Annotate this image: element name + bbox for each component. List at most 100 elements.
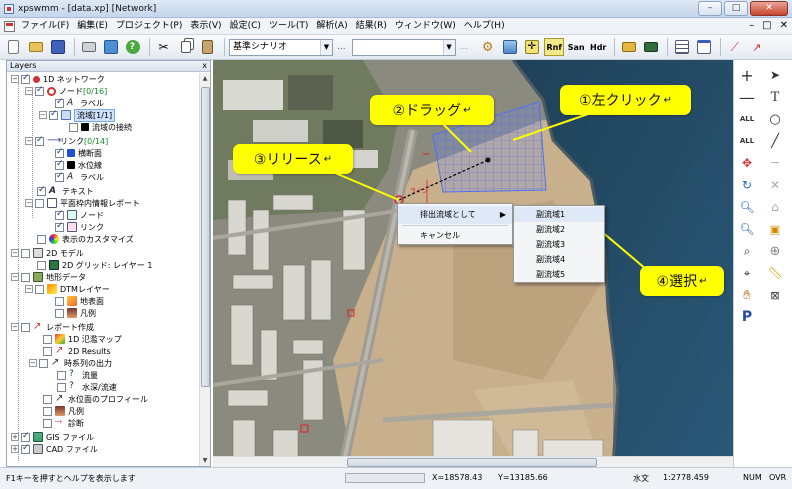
settings-button[interactable]: ⚙ bbox=[478, 38, 497, 57]
layer-time-series[interactable]: − ↗ 時系列の出力 bbox=[29, 357, 112, 369]
scroll-up-icon[interactable]: ▲ bbox=[200, 73, 210, 84]
layers-close-button[interactable]: x bbox=[202, 61, 207, 71]
layer-catchment-connections[interactable]: 流域の接続 bbox=[69, 121, 132, 133]
map-view[interactable]: ライン ②ドラッグ ↵ ①左クリック ↵ ③リリース ↵ ④選択 ↵ 排出流域として ▶… bbox=[213, 60, 733, 467]
layer-depth-velocity[interactable]: ? 水深/流速 bbox=[57, 381, 117, 393]
layer-checkbox[interactable] bbox=[35, 284, 44, 294]
map-hscrollbar[interactable] bbox=[213, 456, 733, 467]
select-tool[interactable]: ➤ bbox=[766, 66, 784, 84]
menu-tools[interactable]: ツール(T) bbox=[265, 19, 313, 34]
rnf-mode-button[interactable]: Rnf bbox=[544, 38, 565, 56]
scroll-thumb[interactable] bbox=[201, 87, 210, 387]
collapse-icon[interactable]: − bbox=[25, 199, 33, 207]
mdi-close-button[interactable]: ✕ bbox=[780, 20, 788, 31]
layer-checkbox[interactable] bbox=[39, 358, 48, 368]
layer-checkbox[interactable] bbox=[43, 394, 52, 404]
layer-node-labels[interactable]: A ラベル bbox=[55, 97, 104, 109]
layer-checkbox[interactable] bbox=[21, 322, 30, 332]
collapse-icon[interactable]: − bbox=[25, 285, 33, 293]
layer-checkbox[interactable] bbox=[55, 171, 64, 182]
layer-terrain[interactable]: − 地形データ bbox=[11, 271, 86, 283]
layer-checkbox[interactable] bbox=[55, 159, 64, 170]
move-tool[interactable]: ✥ bbox=[738, 154, 756, 172]
layer-checkbox[interactable] bbox=[21, 73, 30, 84]
minimize-button[interactable]: – bbox=[698, 1, 722, 16]
menu-help[interactable]: ヘルプ(H) bbox=[460, 19, 509, 34]
close-button[interactable]: ✕ bbox=[750, 1, 788, 16]
layer-water-profile[interactable]: ↗ 水位面のプロフィール bbox=[43, 393, 148, 405]
layer-nodes[interactable]: − ノード[0/16] bbox=[25, 85, 107, 97]
submenu-item-4[interactable]: 副流域4 bbox=[514, 252, 604, 267]
collapse-icon[interactable]: − bbox=[29, 359, 37, 367]
layer-gis-files[interactable]: + GIS ファイル bbox=[11, 431, 94, 443]
layer-checkbox[interactable] bbox=[35, 85, 44, 96]
pan-tool[interactable]: ✋︎ bbox=[738, 286, 756, 304]
scenario-more-button[interactable]: ... bbox=[337, 42, 346, 52]
scroll-down-icon[interactable]: ▼ bbox=[200, 455, 210, 466]
layer-ground-surface[interactable]: 地表面 bbox=[55, 295, 104, 307]
layer-checkbox[interactable] bbox=[21, 248, 30, 258]
image-button[interactable] bbox=[641, 38, 660, 57]
layer-checkbox[interactable] bbox=[49, 109, 58, 120]
layer-report-nodes[interactable]: ノード bbox=[55, 209, 104, 221]
polyline-tool[interactable]: ✕ bbox=[766, 176, 784, 194]
layer-checkbox[interactable] bbox=[43, 406, 52, 416]
layer-links[interactable]: − ⟶リンク[0/14] bbox=[25, 135, 108, 147]
zoom-window-tool[interactable]: ⌕ bbox=[738, 242, 756, 260]
cut-button[interactable]: ✂ bbox=[154, 38, 173, 57]
chart-button[interactable]: ↗ bbox=[747, 38, 766, 57]
new-file-button[interactable] bbox=[4, 38, 23, 57]
table-button[interactable] bbox=[672, 38, 691, 57]
target-tool[interactable]: ⊕ bbox=[766, 242, 784, 260]
dashed-line-tool[interactable]: ┈ bbox=[766, 154, 784, 172]
zoom-in-tool[interactable]: 🔍︎ bbox=[738, 198, 756, 216]
secondary-more-button[interactable]: ... bbox=[460, 42, 469, 52]
layer-water-level[interactable]: 水位線 bbox=[55, 159, 102, 171]
expand-icon[interactable]: + bbox=[11, 445, 19, 453]
collapse-icon[interactable]: − bbox=[11, 249, 19, 257]
layer-checkbox[interactable] bbox=[55, 147, 64, 158]
menu-edit[interactable]: 編集(E) bbox=[73, 19, 112, 34]
save-button[interactable] bbox=[48, 38, 67, 57]
select-all-nodes-tool[interactable]: ALL bbox=[738, 110, 756, 128]
collapse-icon[interactable]: − bbox=[25, 87, 33, 95]
san-mode-button[interactable]: San bbox=[566, 38, 586, 56]
layer-checkbox[interactable] bbox=[21, 431, 30, 442]
add-node-tool[interactable]: + bbox=[738, 66, 756, 85]
layers-scrollbar[interactable]: ▲ ▼ bbox=[199, 73, 210, 466]
layer-checkbox[interactable] bbox=[57, 382, 66, 392]
add-link-tool[interactable]: — bbox=[738, 88, 756, 107]
layer-customize-display[interactable]: 表示のカスタマイズ bbox=[37, 233, 134, 245]
copy-button[interactable] bbox=[176, 38, 195, 57]
property-tool[interactable]: P bbox=[738, 308, 756, 326]
report-button[interactable] bbox=[101, 38, 120, 57]
layer-catchments[interactable]: − 流域[1/1] bbox=[39, 108, 116, 122]
layer-checkbox[interactable] bbox=[35, 198, 44, 208]
layer-reporting[interactable]: − ↗ レポート作成 bbox=[11, 321, 94, 333]
menu-project[interactable]: プロジェクト(P) bbox=[112, 19, 186, 34]
layer-checkbox[interactable] bbox=[21, 272, 30, 282]
layer-diagnostics[interactable]: ⤑ 診断 bbox=[43, 417, 84, 429]
layer-checkbox[interactable] bbox=[37, 185, 46, 196]
refresh-tool[interactable]: ↻ bbox=[738, 176, 756, 194]
scroll-thumb[interactable] bbox=[347, 458, 597, 467]
layer-report-links[interactable]: リンク bbox=[55, 221, 104, 233]
text-tool[interactable]: T bbox=[766, 88, 784, 106]
collapse-icon[interactable]: − bbox=[11, 273, 19, 281]
polygon-tool[interactable]: ⌂ bbox=[766, 198, 784, 216]
layer-terrain-legend[interactable]: 凡例 bbox=[55, 307, 96, 319]
ruler-tool[interactable]: 📏︎ bbox=[766, 264, 784, 282]
layer-report-legend[interactable]: 凡例 bbox=[43, 405, 84, 417]
window-button[interactable] bbox=[694, 38, 713, 57]
menu-settings[interactable]: 設定(C) bbox=[226, 19, 265, 34]
node-mode-button[interactable]: ✛ bbox=[522, 38, 541, 57]
collapse-icon[interactable]: − bbox=[11, 75, 19, 83]
menu-file[interactable]: ファイル(F) bbox=[17, 19, 73, 34]
layer-checkbox[interactable] bbox=[69, 122, 78, 132]
profile-tool[interactable]: ⊠ bbox=[766, 286, 784, 304]
image-tool[interactable]: ▣ bbox=[766, 220, 784, 238]
menu-analysis[interactable]: 解析(A) bbox=[312, 19, 351, 34]
submenu-item-2[interactable]: 副流域2 bbox=[514, 222, 604, 237]
layer-flow[interactable]: ? 流量 bbox=[57, 369, 98, 381]
collapse-icon[interactable]: − bbox=[39, 111, 47, 119]
